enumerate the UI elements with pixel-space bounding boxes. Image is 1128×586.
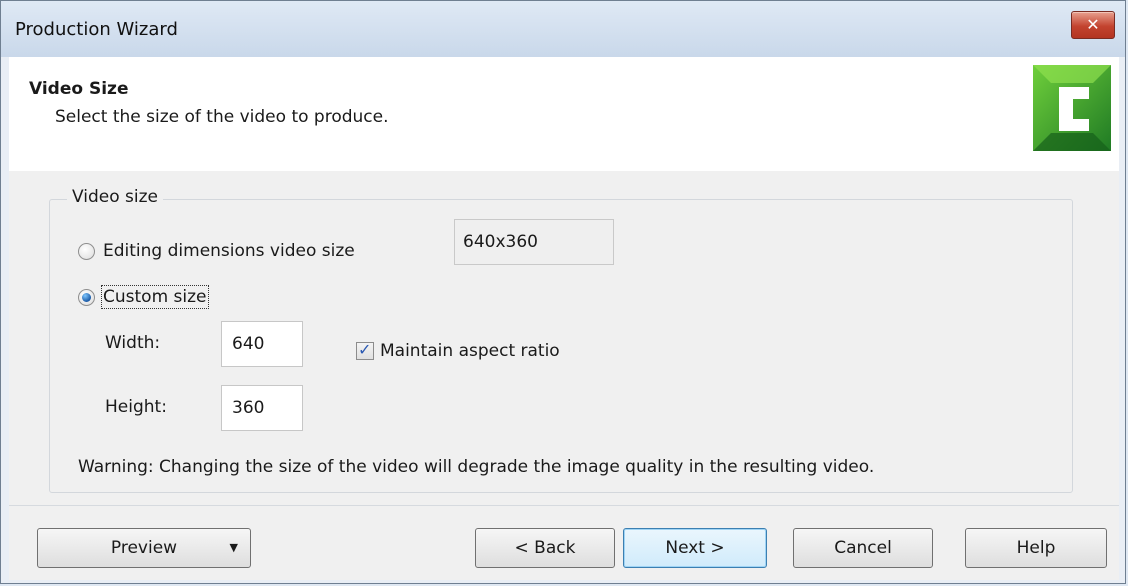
checkbox-checked[interactable] — [356, 340, 374, 360]
back-button[interactable]: < Back — [475, 528, 615, 568]
custom-size-radio[interactable]: Custom size — [78, 285, 209, 309]
preview-dropdown-button[interactable]: Preview ▼ — [37, 528, 251, 568]
next-label: Next > — [665, 538, 725, 558]
warning-text: Warning: Changing the size of the video … — [78, 457, 875, 477]
maintain-aspect-ratio-label[interactable]: Maintain aspect ratio — [380, 341, 560, 361]
custom-size-label[interactable]: Custom size — [101, 285, 209, 309]
wizard-header: Video Size Select the size of the video … — [9, 57, 1119, 172]
groupbox-label: Video size — [67, 187, 163, 207]
radio-unselected[interactable] — [78, 242, 95, 260]
editing-dimensions-radio[interactable]: Editing dimensions video size — [78, 241, 355, 261]
wizard-footer: Preview ▼ < Back Next > Cancel Help — [9, 505, 1119, 580]
cancel-button[interactable]: Cancel — [793, 528, 933, 568]
width-label: Width: — [105, 333, 161, 353]
close-icon: ✕ — [1086, 15, 1100, 34]
title-bar[interactable]: Production Wizard ✕ — [1, 1, 1125, 57]
height-label: Height: — [105, 397, 167, 417]
wizard-content: Video size Editing dimensions video size… — [9, 171, 1119, 505]
editing-dimensions-readout: 640x360 — [454, 219, 614, 265]
production-wizard-window: Production Wizard ✕ Video Size Select th… — [0, 0, 1126, 584]
help-button[interactable]: Help — [965, 528, 1107, 568]
cancel-label: Cancel — [834, 538, 892, 558]
radio-selected[interactable] — [78, 288, 95, 306]
height-input[interactable]: 360 — [221, 385, 303, 431]
page-subtitle: Select the size of the video to produce. — [55, 107, 389, 127]
width-input[interactable]: 640 — [221, 321, 303, 367]
next-button[interactable]: Next > — [623, 528, 767, 568]
close-button[interactable]: ✕ — [1071, 11, 1115, 39]
maintain-aspect-ratio-checkbox[interactable]: Maintain aspect ratio — [356, 340, 560, 361]
help-label: Help — [1016, 538, 1056, 558]
page-title: Video Size — [29, 79, 129, 99]
dropdown-arrow-icon: ▼ — [229, 541, 238, 554]
camtasia-logo-icon — [1033, 65, 1111, 151]
window-title: Production Wizard — [15, 19, 178, 40]
preview-label: Preview — [110, 538, 178, 558]
back-label: < Back — [514, 538, 576, 558]
editing-dimensions-label[interactable]: Editing dimensions video size — [103, 241, 355, 261]
